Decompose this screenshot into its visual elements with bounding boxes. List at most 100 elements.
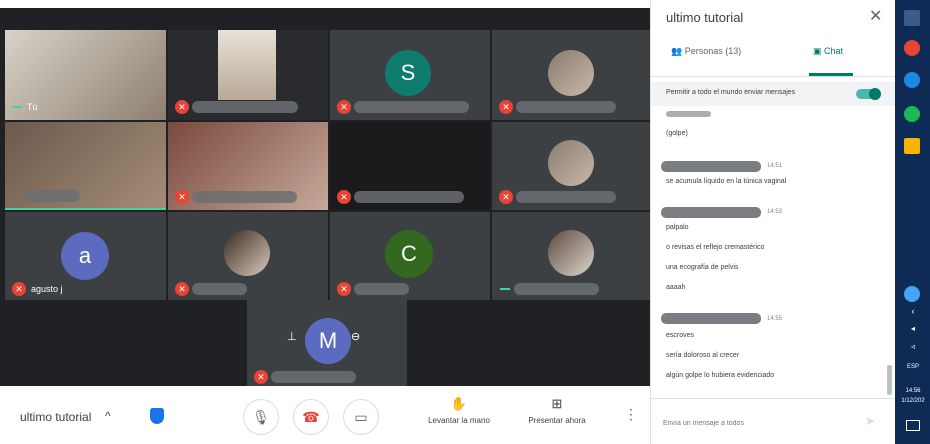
chat-message: palpalo: [666, 224, 689, 231]
participant-tile[interactable]: a ✕ agusto j: [5, 212, 166, 300]
volume-icon[interactable]: ◃: [898, 342, 928, 351]
notification-icon[interactable]: [906, 420, 920, 431]
chat-message: algún golpe lo hubiera evidenciado: [666, 372, 775, 379]
participant-name: [514, 283, 599, 295]
avatar: M: [305, 318, 351, 364]
chat-message: aaaah: [666, 284, 686, 291]
side-panel: ultimo tutorial ✕ 👥 Personas (13) ▣ Chat…: [650, 0, 896, 444]
mic-button[interactable]: 🎙: [243, 399, 279, 435]
chat-message: sería doloroso al crecer: [666, 352, 740, 359]
chat-input[interactable]: [661, 412, 865, 434]
chat-message: una ecografía de pelvis: [666, 264, 739, 271]
participant-name: agusto j: [31, 284, 63, 294]
chat-message: (golpe): [666, 130, 688, 137]
participant-name: [354, 283, 409, 295]
chat-message: se acumula líquido en la túnica vaginal: [666, 178, 787, 185]
participant-name: [25, 190, 80, 202]
language-indicator[interactable]: ESP: [898, 364, 928, 370]
mic-off-icon: ✕: [175, 190, 189, 204]
clock-time[interactable]: 14:56: [898, 388, 928, 394]
mic-off-icon: ✕: [254, 370, 268, 384]
chat-scrollbar[interactable]: [887, 365, 892, 395]
send-icon[interactable]: ➤: [865, 414, 875, 428]
mic-off-icon: ✕: [12, 282, 26, 296]
message-time: 14:55: [767, 316, 783, 322]
participant-photo: [548, 230, 594, 276]
remove-icon[interactable]: ⊖: [351, 330, 360, 343]
participant-tile[interactable]: ✕: [168, 212, 328, 300]
participant-name: [516, 191, 616, 203]
tray-chevron-icon[interactable]: ‹: [898, 306, 928, 316]
more-options-icon[interactable]: ⋮: [624, 406, 638, 423]
top-strip: [0, 0, 650, 8]
mic-off-icon: ✕: [499, 190, 513, 204]
chevron-up-icon[interactable]: ^: [105, 409, 111, 423]
present-icon: ⊞: [551, 396, 563, 411]
pin-icon[interactable]: ⊥: [287, 330, 297, 343]
participant-name: [192, 101, 298, 113]
edge-icon[interactable]: [904, 72, 920, 88]
participant-tile[interactable]: S ✕: [330, 30, 490, 120]
permission-toggle[interactable]: [856, 88, 881, 100]
participant-tile[interactable]: ✕: [168, 122, 328, 210]
mic-off-icon: ✕: [337, 100, 351, 114]
participant-photo: [224, 230, 270, 276]
chrome-icon[interactable]: [904, 40, 920, 56]
hand-icon: ✋: [450, 396, 468, 411]
tab-divider: [651, 76, 896, 77]
sender-name: [661, 161, 761, 172]
sender-name: [661, 207, 761, 218]
tab-people[interactable]: 👥 Personas (13): [671, 46, 741, 57]
hangup-icon: ☎: [302, 408, 320, 425]
participant-tile[interactable]: [5, 122, 166, 210]
meeting-title[interactable]: ultimo tutorial: [20, 410, 91, 424]
participant-photo: [548, 140, 594, 186]
participant-tile[interactable]: ✕: [330, 122, 490, 210]
sender-name: [661, 313, 761, 324]
close-icon[interactable]: ✕: [869, 6, 882, 26]
chat-message: escroves: [666, 332, 695, 339]
participant-name: [354, 101, 469, 113]
input-divider: [651, 398, 896, 399]
participant-tile[interactable]: ✕: [492, 30, 650, 120]
speaking-indicator: [5, 208, 166, 210]
video-grid: Tú ✕ S ✕ ✕ ✕ ✕ ✕ a ✕ agusto j ✕ C ✕ M ⊥ …: [5, 8, 650, 386]
camera-button[interactable]: ▭: [343, 399, 379, 435]
message-time: 14:53: [767, 209, 783, 215]
raise-hand-label: Levantar la mano: [428, 416, 490, 425]
participant-name: [271, 371, 356, 383]
mic-off-icon: ✕: [499, 100, 513, 114]
tab-chat-label: Chat: [824, 46, 844, 56]
folder-icon[interactable]: [904, 138, 920, 154]
participant-name: [354, 191, 464, 203]
participant-tile[interactable]: ✕: [492, 122, 650, 210]
present-label: Presentar ahora: [528, 416, 586, 425]
self-audio-indicator: [12, 106, 22, 108]
camera-icon: ▭: [354, 408, 368, 425]
speaker-icon[interactable]: ◂: [898, 324, 928, 333]
network-icon[interactable]: [904, 286, 920, 302]
shield-icon[interactable]: [150, 408, 164, 424]
leave-call-button[interactable]: ☎: [293, 399, 329, 435]
participant-tile[interactable]: M ⊥ ⊖ ✕: [247, 300, 407, 386]
tab-chat[interactable]: ▣ Chat: [813, 46, 843, 57]
present-button[interactable]: ⊞ Presentar ahora: [512, 396, 602, 425]
message-time: 14:51: [767, 163, 783, 169]
bottom-bar: ultimo tutorial ^ 🎙 ☎ ▭ ✋ Levantar la ma…: [0, 386, 650, 444]
participant-tile[interactable]: C ✕: [330, 212, 490, 300]
participant-photo: [548, 50, 594, 96]
mic-off-icon: ✕: [337, 190, 351, 204]
clock-date[interactable]: 1/12/202: [898, 398, 928, 404]
participant-tile[interactable]: [492, 212, 650, 300]
spotify-icon[interactable]: [904, 106, 920, 122]
taskbar: ‹ ◂ ◃ ESP 14:56 1/12/202: [895, 0, 930, 444]
task-view-icon[interactable]: [904, 10, 920, 26]
toggle-knob: [869, 88, 881, 100]
raise-hand-button[interactable]: ✋ Levantar la mano: [414, 396, 504, 425]
mic-off-icon: ✕: [337, 282, 351, 296]
self-label: Tú: [27, 102, 38, 112]
avatar: C: [385, 230, 433, 278]
self-tile[interactable]: Tú: [5, 30, 166, 120]
participant-tile[interactable]: ✕: [168, 30, 328, 120]
mic-off-icon: ✕: [175, 282, 189, 296]
